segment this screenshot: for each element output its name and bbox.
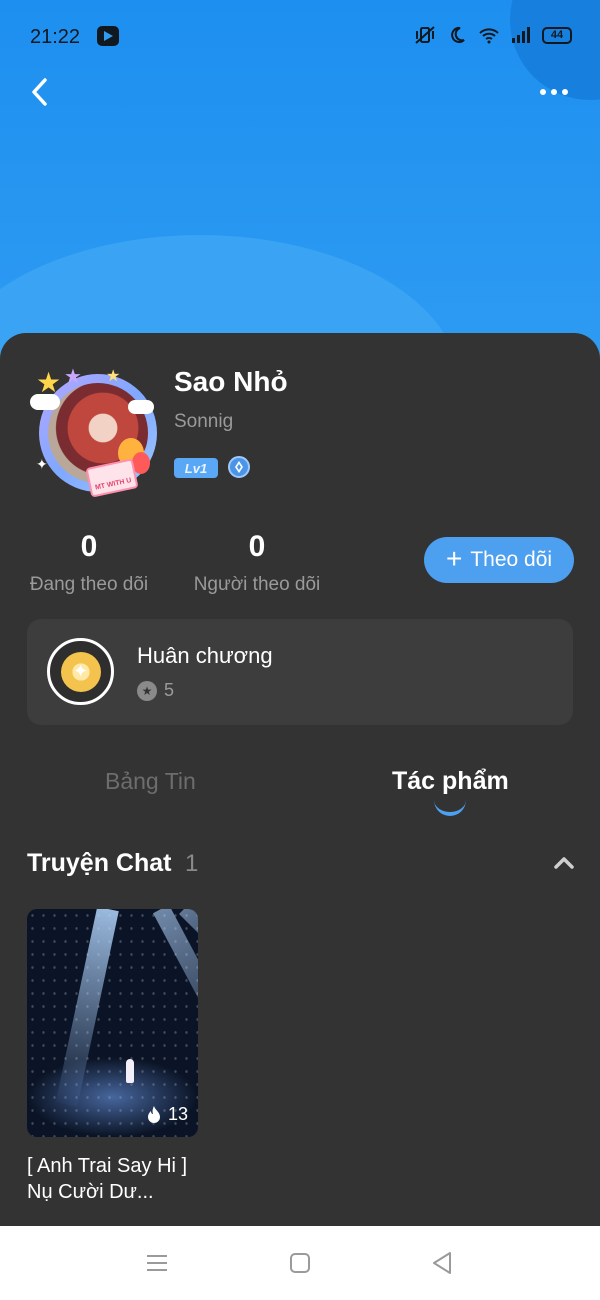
follow-button[interactable]: + Theo dõi	[424, 537, 574, 583]
level-badge[interactable]: Lv1	[174, 458, 218, 478]
more-dots-icon	[562, 89, 568, 95]
cover-performer	[126, 1059, 134, 1083]
video-app-icon	[97, 26, 119, 46]
wifi-icon	[478, 25, 500, 45]
back-button[interactable]	[22, 74, 58, 110]
chevron-left-icon	[32, 78, 47, 106]
menu-icon	[147, 1255, 167, 1271]
chevron-up-icon	[554, 857, 574, 869]
medals-count-row: ★ 5	[137, 680, 174, 701]
profile-name: Sao Nhỏ	[174, 366, 288, 397]
more-dots-icon	[551, 89, 557, 95]
signal-icon	[510, 25, 532, 45]
profile-handle: Sonnig	[174, 411, 234, 432]
star-circle-icon: ★	[137, 680, 157, 701]
following-stat[interactable]: 0 Đang theo dõi	[24, 530, 154, 596]
sparkle-decor-icon: ✦	[36, 456, 48, 472]
tab-works[interactable]: Tác phẩm	[392, 767, 509, 796]
moon-icon	[446, 25, 468, 45]
star-decor-icon: ★	[106, 368, 121, 385]
cloud-decor-icon	[128, 400, 154, 414]
following-count: 0	[80, 530, 98, 563]
avatar[interactable]: ★ ★ ★ ✦ MT WITH U	[28, 366, 163, 498]
medal-emblem-icon: ✦	[60, 651, 101, 692]
story-cover[interactable]: 13	[27, 909, 198, 1137]
status-icons: 44	[414, 25, 572, 45]
story-title[interactable]: [ Anh Trai Say Hi ] Nụ Cười Dư...	[27, 1153, 199, 1205]
follow-button-label: Theo dõi	[470, 548, 553, 571]
flame-icon	[147, 1105, 160, 1123]
collapse-section-button[interactable]	[550, 850, 578, 876]
system-navigation-bar	[0, 1226, 600, 1300]
square-icon	[290, 1253, 310, 1273]
medals-count: 5	[164, 680, 175, 700]
medals-card[interactable]: ✦ Huân chương ★ 5	[27, 619, 573, 725]
more-options-button[interactable]	[534, 74, 574, 110]
creator-badge-icon[interactable]	[228, 456, 250, 478]
section-title: Truyện Chat	[27, 849, 172, 877]
tab-feed[interactable]: Bảng Tin	[105, 768, 196, 795]
status-time: 21:22	[30, 26, 81, 48]
top-navigation	[0, 70, 600, 114]
battery-icon: 44	[542, 26, 572, 44]
followers-label: Người theo dõi	[193, 574, 321, 595]
more-dots-icon	[540, 89, 546, 95]
vibrate-off-icon	[414, 25, 436, 45]
medals-title: Huân chương	[137, 643, 273, 668]
home-button[interactable]	[284, 1248, 316, 1278]
cover-stage	[27, 1057, 198, 1137]
section-count: 1	[185, 850, 199, 877]
back-nav-button[interactable]	[426, 1248, 458, 1278]
status-bar: 21:22 44	[0, 0, 600, 75]
cloud-decor-icon	[30, 394, 60, 410]
story-view-count: 13	[167, 1104, 188, 1124]
star-decor-icon: ★	[64, 366, 82, 388]
followers-count: 0	[248, 530, 266, 563]
recent-apps-button[interactable]	[141, 1248, 173, 1278]
following-label: Đang theo dõi	[29, 574, 149, 595]
followers-stat[interactable]: 0 Người theo dõi	[188, 530, 326, 596]
medal-icon: ✦	[47, 638, 114, 705]
plus-icon: +	[445, 542, 463, 574]
story-views: 13	[146, 1104, 188, 1125]
triangle-back-icon	[433, 1252, 451, 1274]
